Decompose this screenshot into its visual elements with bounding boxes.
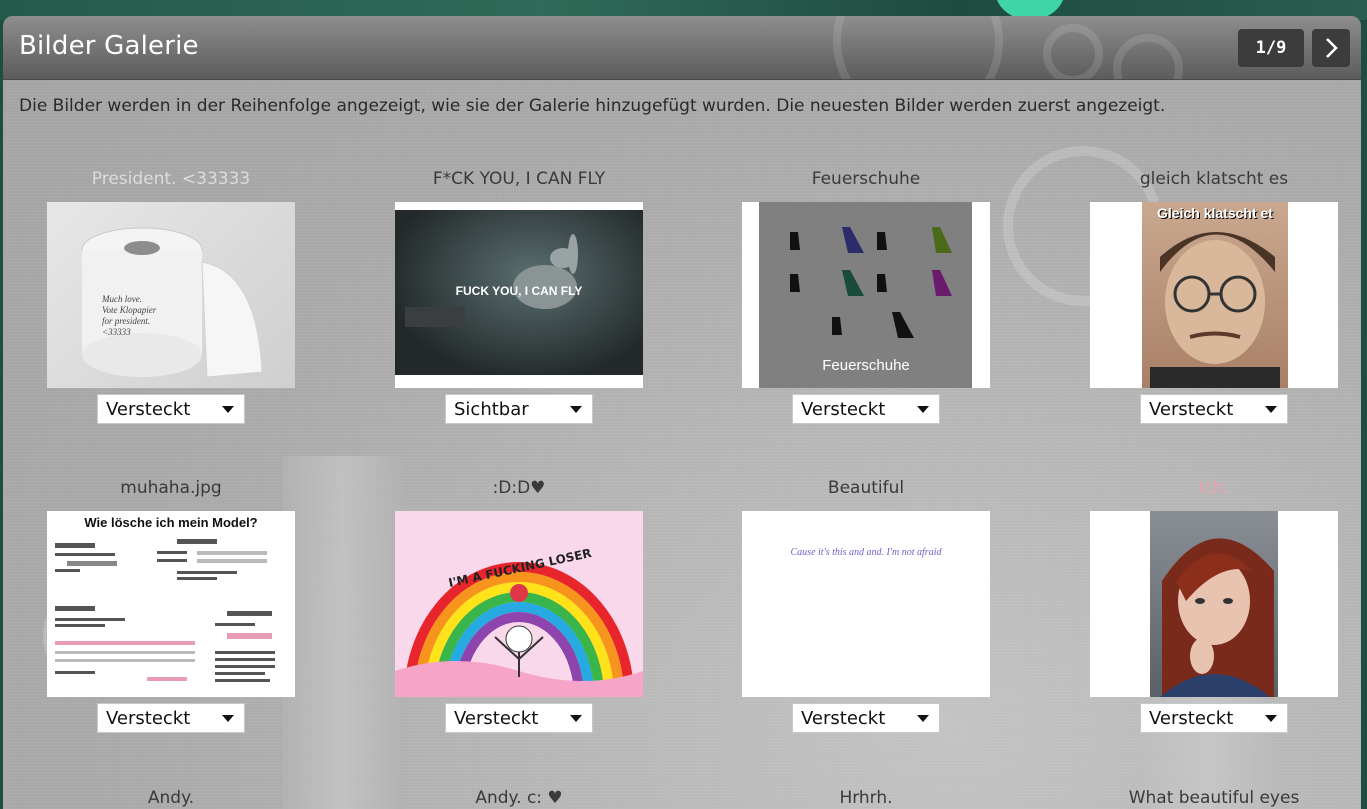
gallery-panel: Bilder Galerie 1/9 Die Bilder werden in … (3, 16, 1361, 809)
visibility-value: Versteckt (1149, 398, 1234, 420)
visibility-select[interactable]: Versteckt (792, 703, 940, 733)
visibility-value: Versteckt (106, 398, 191, 420)
visibility-select[interactable]: Versteckt (1140, 703, 1288, 733)
gallery-description: Die Bilder werden in der Reihenfolge ang… (19, 96, 1166, 116)
image-caption: FUCK YOU, I CAN FLY (455, 284, 583, 298)
image-caption-line: Vote Klopapier (102, 305, 157, 315)
next-page-button[interactable] (1312, 29, 1350, 67)
visibility-value: Versteckt (106, 707, 191, 729)
card-title: F*CK YOU, I CAN FLY (432, 169, 606, 189)
image-caption: Gleich klatscht et (1157, 205, 1273, 221)
image-caption: Cause it's this and and. I'm not afraid (790, 547, 942, 558)
gallery-image[interactable]: Feuerschuhe (742, 202, 990, 388)
background-building-shape (283, 456, 403, 809)
image-caption: Feuerschuhe (822, 357, 910, 374)
image-caption-line: for president. (102, 316, 151, 326)
card-title: gleich klatscht es (1139, 169, 1289, 189)
chevron-right-icon (1326, 38, 1338, 58)
page-title: Bilder Galerie (19, 31, 199, 61)
visibility-value: Versteckt (1149, 707, 1234, 729)
dropdown-caret-icon (222, 405, 234, 413)
dropdown-caret-icon (570, 405, 582, 413)
gallery-image[interactable]: Gleich klatscht et (1090, 202, 1338, 388)
card-title: :D:D♥ (492, 478, 546, 498)
card-title: Feuerschuhe (811, 169, 921, 189)
card-title: Andy. c: ♥ (475, 788, 563, 808)
card-title: muhaha.jpg (120, 478, 222, 498)
image-caption-line: <33333 (102, 327, 131, 337)
gallery-image[interactable]: Wie lösche ich mein Model? (47, 511, 295, 697)
card-title: Hrhrh. (839, 788, 893, 808)
visibility-value: Versteckt (454, 707, 539, 729)
dropdown-caret-icon (917, 405, 929, 413)
gallery-image[interactable]: Cause it's this and and. I'm not afraid (742, 511, 990, 697)
visibility-select[interactable]: Versteckt (97, 394, 245, 424)
visibility-select[interactable]: Sichtbar (445, 394, 593, 424)
card-title: Ich. (1198, 478, 1230, 498)
gallery-image[interactable]: Much love. Vote Klopapier for president.… (47, 202, 295, 388)
card-title: Beautiful (827, 478, 905, 498)
card-title: Andy. (147, 788, 195, 808)
gallery-header: Bilder Galerie 1/9 (3, 16, 1361, 80)
visibility-value: Versteckt (801, 398, 886, 420)
visibility-select[interactable]: Versteckt (97, 703, 245, 733)
gallery-image[interactable] (1090, 511, 1338, 697)
visibility-select[interactable]: Versteckt (445, 703, 593, 733)
dropdown-caret-icon (570, 714, 582, 722)
header-decoration (1113, 34, 1183, 79)
image-caption-line: Much love. (102, 294, 142, 304)
dropdown-caret-icon (222, 714, 234, 722)
page-counter: 1/9 (1238, 29, 1304, 67)
header-decoration (1043, 24, 1103, 79)
visibility-select[interactable]: Versteckt (1140, 394, 1288, 424)
visibility-value: Versteckt (801, 707, 886, 729)
card-title: President. <33333 (91, 169, 251, 189)
card-title: What beautiful eyes (1128, 788, 1300, 808)
dropdown-caret-icon (1265, 405, 1277, 413)
dropdown-caret-icon (917, 714, 929, 722)
visibility-select[interactable]: Versteckt (792, 394, 940, 424)
visibility-value: Sichtbar (454, 398, 529, 420)
header-decoration (833, 16, 1003, 79)
gallery-image[interactable]: FUCK YOU, I CAN FLY (395, 202, 643, 388)
gallery-image[interactable]: I'M A FUCKING LOSER (395, 511, 643, 697)
dropdown-caret-icon (1265, 714, 1277, 722)
